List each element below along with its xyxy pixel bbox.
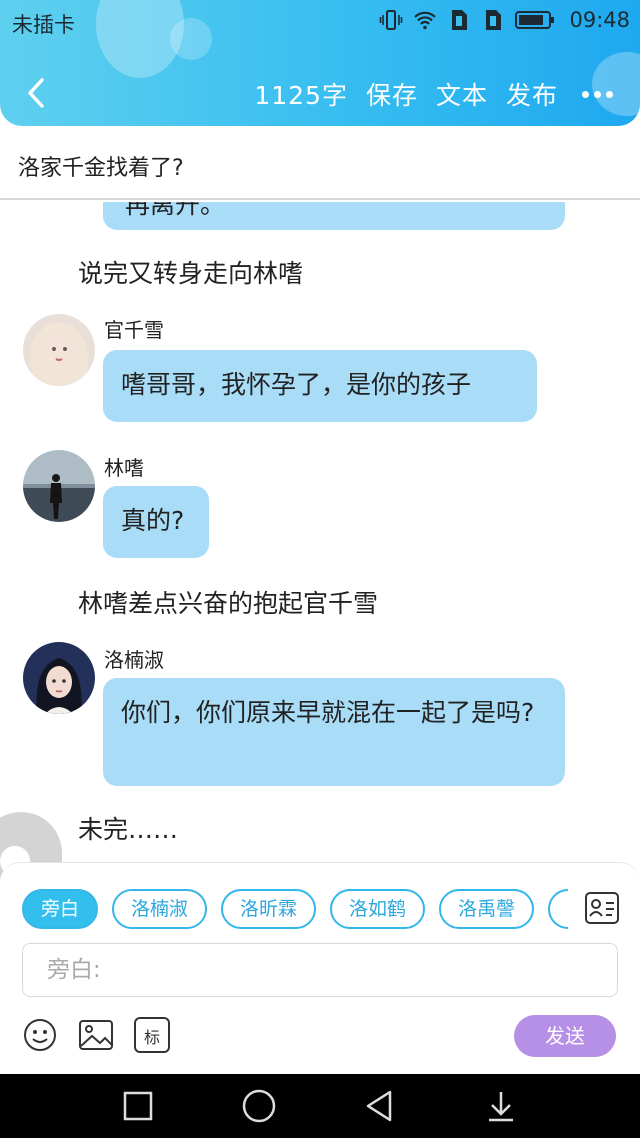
narration-line[interactable]: 说完又转身走向林嗜	[78, 254, 303, 290]
contact-card-icon[interactable]	[584, 890, 620, 926]
chat-bubble-partial[interactable]: 再离开。	[103, 202, 565, 230]
send-button[interactable]: 发送	[514, 1015, 616, 1057]
role-chip-list[interactable]: 旁白 洛楠淑 洛昕霖 洛如鹤 洛禹謦 洛	[22, 889, 568, 931]
chat-bubble[interactable]: 真的?	[103, 486, 209, 558]
publish-button[interactable]: 发布	[506, 76, 558, 112]
back-icon[interactable]	[362, 1088, 398, 1124]
speaker-name: 林嗜	[104, 456, 144, 480]
avatar-guanqianxue[interactable]	[23, 314, 95, 386]
message-input-box[interactable]	[22, 943, 618, 997]
role-chip[interactable]: 洛禹謦	[439, 889, 535, 929]
sim1-icon	[452, 10, 468, 30]
avatar-image	[23, 642, 95, 714]
avatar-linshi[interactable]	[23, 450, 95, 522]
sim2-icon	[486, 10, 502, 30]
top-bar: 未插卡 09:48 1125字 保存 文本 发布	[0, 0, 640, 126]
status-bar: 未插卡 09:48	[0, 0, 640, 46]
clock: 09:48	[569, 8, 630, 32]
carrier-label: 未插卡	[12, 13, 75, 37]
chat-bubble[interactable]: 嗜哥哥，我怀孕了，是你的孩子	[103, 350, 537, 422]
role-chip[interactable]: 洛昕霖	[221, 889, 317, 929]
role-chip[interactable]: 旁白	[22, 889, 99, 929]
recent-apps-icon[interactable]	[120, 1088, 156, 1124]
image-icon[interactable]	[78, 1017, 114, 1053]
chat-bubble[interactable]: 你们，你们原来早就混在一起了是吗?	[103, 678, 565, 786]
text-button[interactable]: 文本	[436, 76, 488, 112]
notification-pull-icon[interactable]	[483, 1088, 519, 1124]
toolbar: 标	[22, 1017, 170, 1053]
home-icon[interactable]	[241, 1088, 277, 1124]
emoji-icon[interactable]	[22, 1017, 58, 1053]
avatar-image	[23, 314, 95, 386]
vibrate-icon	[380, 10, 403, 30]
speaker-name: 官千雪	[104, 318, 164, 342]
narration-line[interactable]: 未完……	[78, 810, 178, 846]
system-nav-bar	[0, 1074, 640, 1138]
composer-panel: 旁白 洛楠淑 洛昕霖 洛如鹤 洛禹謦 洛 标 发送	[0, 862, 640, 1074]
role-chip[interactable]: 洛	[548, 889, 568, 929]
message-input[interactable]	[23, 944, 617, 996]
save-button[interactable]: 保存	[366, 76, 418, 112]
tag-tool[interactable]: 标	[134, 1017, 170, 1053]
speaker-name: 洛楠淑	[104, 648, 164, 672]
battery-icon	[515, 11, 555, 29]
story-title-bar[interactable]: 洛家千金找着了?	[0, 126, 640, 200]
back-arrow-icon[interactable]	[22, 74, 52, 112]
chat-area[interactable]: 再离开。 说完又转身走向林嗜 官千雪 嗜哥哥，我怀孕了，是你的孩子 林嗜 真的?…	[0, 202, 640, 862]
more-icon[interactable]	[582, 89, 616, 99]
nav-bar: 1125字 保存 文本 发布	[0, 70, 640, 116]
role-chip[interactable]: 洛楠淑	[112, 889, 208, 929]
narration-line[interactable]: 林嗜差点兴奋的抱起官千雪	[78, 584, 378, 620]
word-count: 1125字	[254, 81, 348, 110]
wifi-icon	[414, 11, 437, 30]
tag-tool-label: 标	[143, 1028, 160, 1047]
avatar-image	[23, 450, 95, 522]
story-title: 洛家千金找着了?	[18, 156, 184, 181]
role-chip[interactable]: 洛如鹤	[330, 889, 426, 929]
avatar-luonanshu[interactable]	[23, 642, 95, 714]
